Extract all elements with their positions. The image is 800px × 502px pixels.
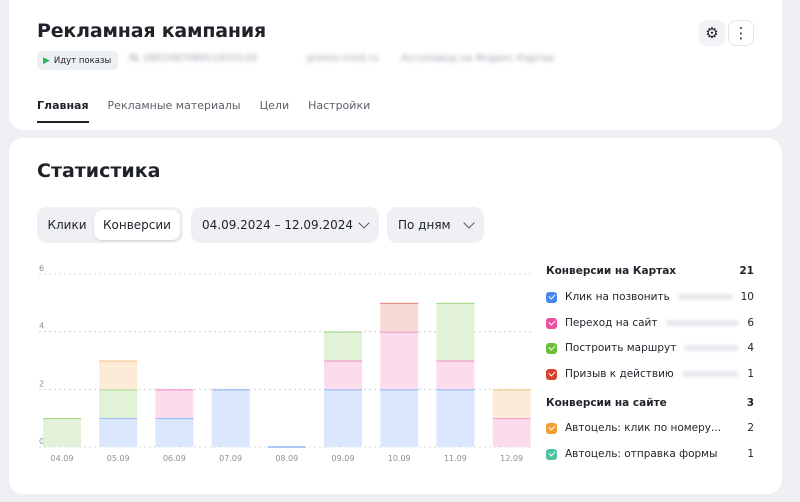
- x-tick-label: 04.09: [51, 454, 74, 463]
- blurred-placeholder: [677, 294, 733, 300]
- legend-item-count: 2: [747, 422, 754, 434]
- checkbox-checked-icon: [546, 422, 557, 434]
- x-tick-label: 09.09: [332, 454, 355, 463]
- legend-item-count: 1: [747, 448, 754, 460]
- bar-segment: [492, 418, 531, 447]
- x-tick-label: 07.09: [219, 454, 242, 463]
- conversions-chart: 024604.09 05.09 06.09 07.09 08.09 09.09 10.09 1…: [39, 264, 531, 463]
- checkbox-checked-icon: [546, 448, 557, 460]
- campaign-placement: Ассоповод на Яндекс Картах: [401, 53, 555, 64]
- blurred-placeholder: [681, 371, 740, 377]
- tab-settings[interactable]: Настройки: [308, 99, 370, 123]
- bar-segment: [43, 418, 81, 447]
- checkbox-checked-icon: [546, 291, 557, 303]
- bar-segment: [155, 389, 194, 419]
- legend-item-call-click[interactable]: Клик на позвонить 10: [546, 291, 754, 303]
- y-tick-label: 6: [39, 264, 44, 273]
- campaign-site: promo-med.ru: [307, 53, 379, 64]
- page-title: Рекламная кампания: [37, 20, 266, 42]
- campaign-id: № 185248708911933120: [129, 53, 258, 64]
- checkbox-checked-icon: [546, 317, 557, 329]
- legend-item-label: Переход на сайт: [565, 317, 658, 329]
- bar-segment: [99, 360, 138, 390]
- legend-item-label: Автоцель: отправка формы: [565, 448, 718, 460]
- x-tick-label: 10.09: [388, 454, 411, 463]
- checkbox-checked-icon: [546, 342, 557, 354]
- legend-item-autogoal-form[interactable]: Автоцель: отправка формы 1: [546, 448, 754, 460]
- bar-segment: [380, 389, 419, 447]
- blurred-placeholder: [665, 320, 740, 326]
- status-badge: ▶ Идут показы: [37, 51, 119, 70]
- statistics-card: Статистика Клики Конверсии 04.09.2024 – …: [9, 138, 782, 494]
- legend-group-total: 3: [746, 397, 754, 409]
- x-tick-label: 05.09: [107, 454, 130, 463]
- play-icon: ▶: [43, 55, 50, 66]
- tab-main[interactable]: Главная: [37, 99, 89, 123]
- legend-item-label: Клик на позвонить: [565, 291, 670, 303]
- blurred-placeholder: [684, 345, 740, 351]
- legend-item-cta[interactable]: Призыв к действию 1: [546, 368, 754, 380]
- y-tick-label: 2: [39, 379, 44, 388]
- status-badge-label: Идут показы: [53, 55, 112, 66]
- campaign-header-card: Рекламная кампания ⚙ ⋮ ▶ Идут показы № 1…: [9, 0, 782, 130]
- more-vertical-icon: ⋮: [733, 23, 749, 42]
- gear-icon: ⚙: [705, 23, 719, 42]
- legend-group-label: Конверсии на Картах: [546, 265, 677, 277]
- bar-segment: [324, 389, 362, 447]
- bar-segment: [324, 360, 362, 390]
- legend-item-count: 4: [747, 342, 754, 354]
- bar-segment: [99, 389, 138, 419]
- tab-bar: Главная Рекламные материалы Цели Настрой…: [37, 99, 370, 123]
- legend-item-site-visit[interactable]: Переход на сайт 6: [546, 317, 754, 329]
- tab-goals[interactable]: Цели: [260, 99, 290, 123]
- legend-item-count: 10: [740, 291, 754, 303]
- legend-item-label: Построить маршрут: [565, 342, 677, 354]
- checkbox-checked-icon: [546, 368, 557, 380]
- bar-segment: [155, 418, 194, 447]
- x-tick-label: 08.09: [275, 454, 298, 463]
- bar-segment: [211, 389, 250, 447]
- bar-segment: [99, 418, 138, 447]
- bar-segment: [380, 331, 419, 390]
- legend-item-autogoal-phone[interactable]: Автоцель: клик по номеру... 2: [546, 422, 754, 434]
- bar-segment: [324, 331, 362, 361]
- legend-group-label: Конверсии на сайте: [546, 397, 667, 409]
- bar-segment: [380, 302, 419, 332]
- y-tick-label: 4: [39, 322, 44, 331]
- legend-group-maps: Конверсии на Картах 21: [546, 265, 754, 277]
- more-button[interactable]: ⋮: [728, 20, 754, 46]
- bar-segment: [436, 389, 475, 447]
- tab-ad-materials[interactable]: Рекламные материалы: [108, 99, 241, 123]
- settings-button[interactable]: ⚙: [699, 20, 725, 46]
- x-tick-label: 11.09: [444, 454, 467, 463]
- legend-item-route[interactable]: Построить маршрут 4: [546, 342, 754, 354]
- legend-item-label: Призыв к действию: [565, 368, 674, 380]
- legend-item-count: 1: [747, 368, 754, 380]
- legend-group-site: Конверсии на сайте 3: [546, 397, 754, 409]
- bar-segment: [436, 360, 475, 390]
- x-tick-label: 06.09: [163, 454, 186, 463]
- legend-group-total: 21: [739, 265, 754, 277]
- bar-segment: [436, 302, 475, 361]
- x-tick-label: 12.09: [500, 454, 523, 463]
- legend-item-label: Автоцель: клик по номеру...: [565, 422, 722, 434]
- legend-item-count: 6: [747, 317, 754, 329]
- bar-segment: [492, 389, 531, 419]
